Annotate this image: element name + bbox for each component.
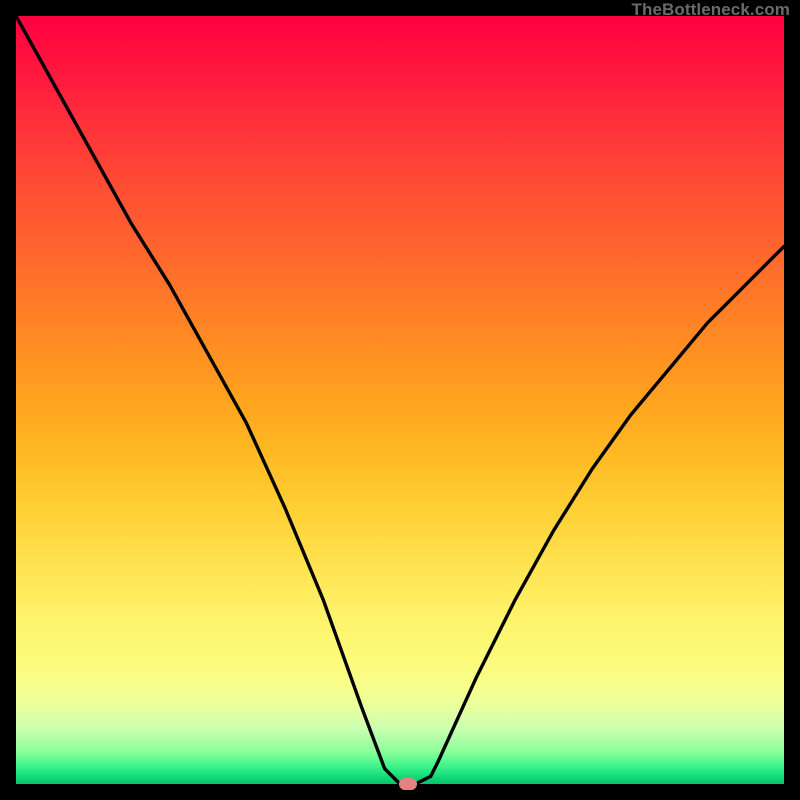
optimal-point-marker xyxy=(399,778,417,790)
bottleneck-curve xyxy=(16,16,784,784)
watermark-label: TheBottleneck.com xyxy=(631,0,790,20)
chart-frame: TheBottleneck.com xyxy=(0,0,800,800)
